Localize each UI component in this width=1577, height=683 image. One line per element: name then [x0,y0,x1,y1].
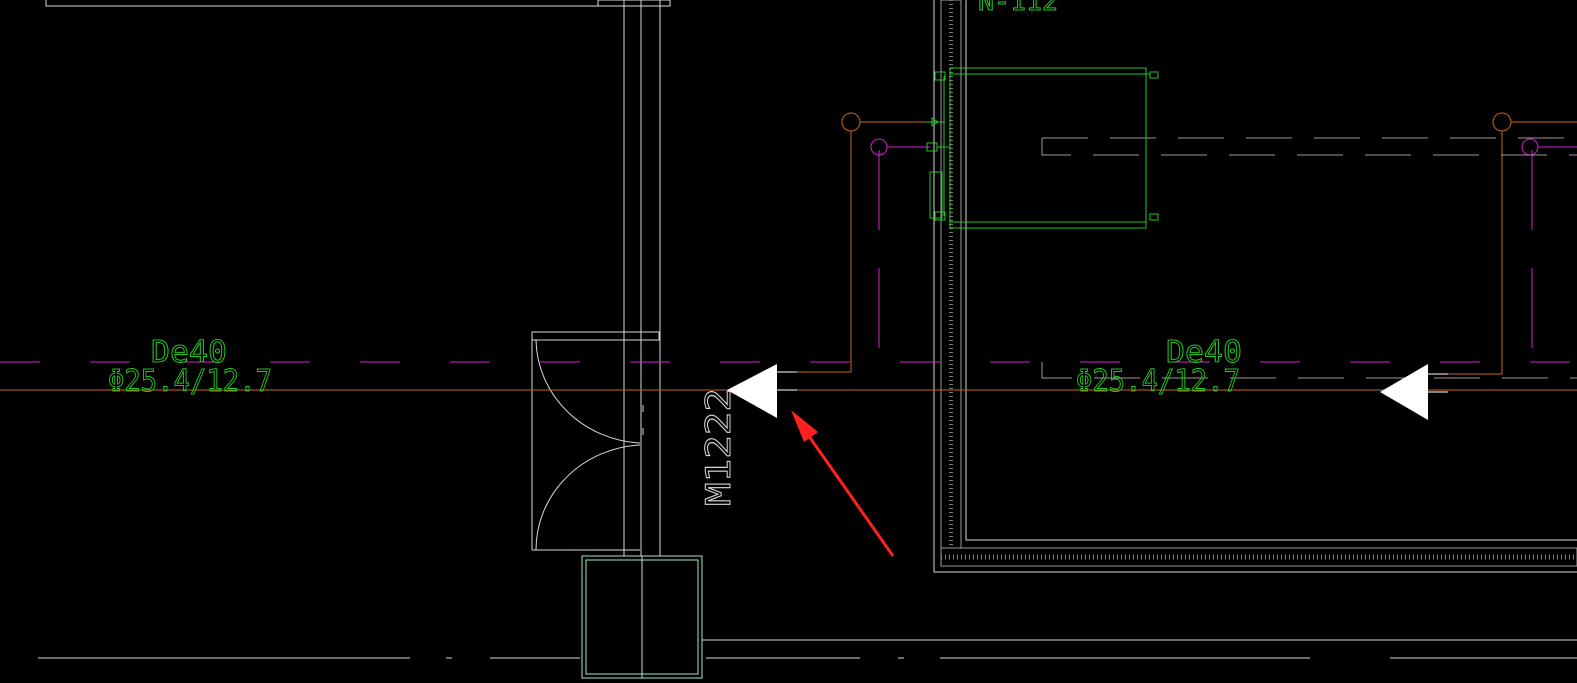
flow-arrow-right [1380,364,1448,420]
insulation-label-left: Φ25.4/12.7 [108,364,272,399]
red-pointer-arrow-icon [791,410,818,442]
duct-dashed [1041,137,1577,379]
top-wall-segment [45,0,599,7]
walls [38,0,1577,659]
return-pipe-riser-symbol-right [1521,138,1539,156]
return-pipe [0,138,1577,363]
cad-canvas[interactable]: De40 Φ25.4/12.7 De40 Φ25.4/12.7 N-112 M1… [0,0,1577,683]
column-frame [581,555,703,679]
annotation-arrow [791,410,895,557]
wall-hatch [940,0,1577,567]
cad-drawing[interactable]: De40 Φ25.4/12.7 De40 Φ25.4/12.7 N-112 M1… [0,0,1577,683]
supply-pipe-riser-symbol-right [1492,112,1512,132]
pipe-labels: De40 Φ25.4/12.7 De40 Φ25.4/12.7 N-112 [108,0,1243,400]
room-inner-wall [965,0,1577,541]
insulation-label-right: Φ25.4/12.7 [1076,364,1240,399]
door-swing [531,331,660,551]
supply-pipe-riser-symbol [841,112,861,132]
door-tag: M1222 [699,388,739,506]
door-header [531,331,660,341]
room-outer-wall [933,0,1577,573]
equipment-body [949,67,1147,229]
annotation-arrow-shaft [804,431,895,557]
flow-direction-triangle-icon [1380,364,1428,420]
top-wall-column [597,0,671,7]
room-tag: N-112 [978,0,1058,17]
